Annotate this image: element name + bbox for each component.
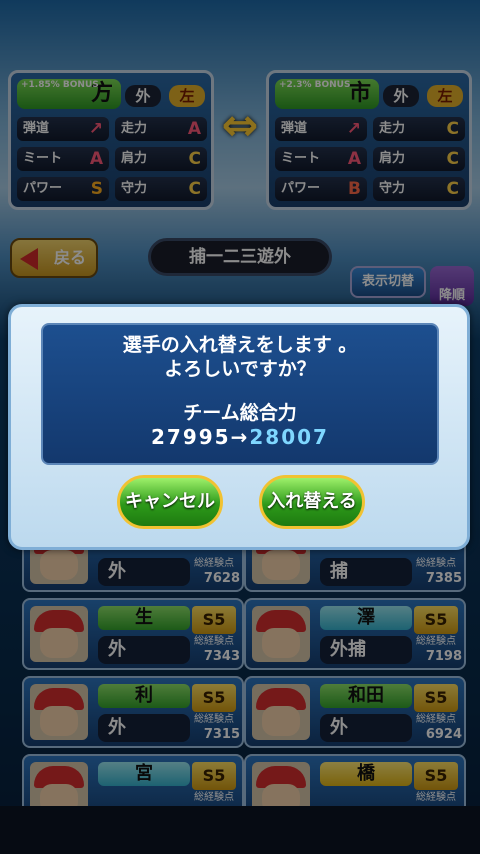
team-power-old: 27995: [151, 425, 231, 449]
team-power-new: 28007: [249, 425, 329, 449]
dialog-message-panel: 選手の入れ替えをします 。 よろしいですか？ チーム総合力 27995→2800…: [41, 323, 439, 465]
dialog-message-line2: よろしいですか？: [164, 358, 316, 380]
confirm-swap-button[interactable]: 入れ替える: [259, 475, 365, 529]
team-power-label: チーム総合力: [183, 402, 297, 424]
dialog-message-line1: 選手の入れ替えをします 。: [122, 334, 358, 356]
change-arrow-icon: →: [230, 425, 250, 449]
swap-confirm-dialog: 選手の入れ替えをします 。 よろしいですか？ チーム総合力 27995→2800…: [8, 304, 470, 550]
team-power-change: 27995→28007: [43, 425, 437, 449]
cancel-button[interactable]: キャンセル: [117, 475, 223, 529]
